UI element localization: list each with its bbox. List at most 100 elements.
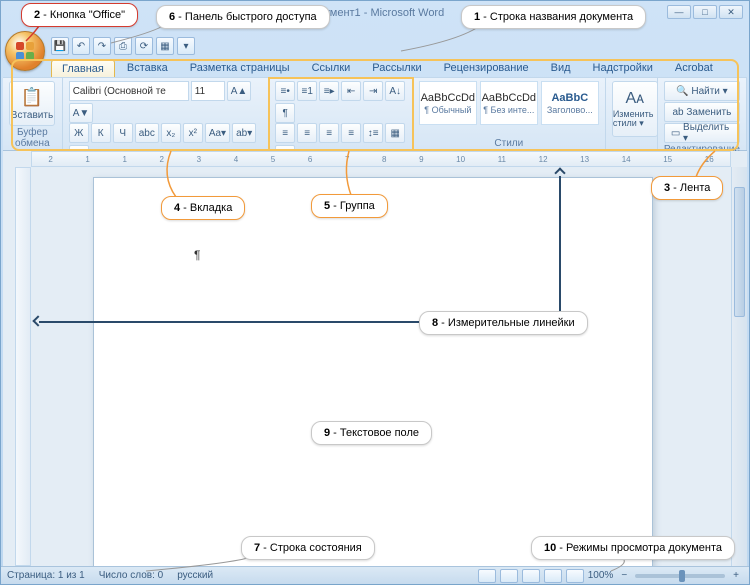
style-sample: AaBbCcDd [482, 92, 536, 104]
view-draft-button[interactable] [566, 569, 584, 583]
font-family-combo[interactable] [69, 81, 189, 101]
paste-button[interactable]: 📋 Вставить [9, 81, 55, 126]
office-logo-icon [16, 42, 34, 60]
style-no-spacing[interactable]: AaBbCcDd ¶ Без инте... [480, 81, 538, 125]
ribbon-tabs: Главная Вставка Разметка страницы Ссылки… [51, 59, 723, 79]
callout-9: 9 - Текстовое поле [311, 421, 432, 445]
word-window: — □ ✕ Документ1 - Microsoft Word 💾 ↶ ↷ ⎙… [0, 0, 750, 585]
qat-redo-button[interactable]: ↷ [93, 37, 111, 55]
tab-insert[interactable]: Вставка [117, 59, 178, 79]
qat-customize-button[interactable]: ▾ [177, 37, 195, 55]
arrow-ruler-v [559, 176, 561, 316]
group-editing: 🔍 Найти ▾ ab Заменить ▭ Выделить ▾ Редак… [658, 78, 747, 150]
vertical-scrollbar[interactable] [731, 167, 747, 566]
style-heading1[interactable]: AaBbC Заголово... [541, 81, 599, 125]
group-styles: AaBbCcDd ¶ Обычный AaBbCcDd ¶ Без инте..… [413, 78, 606, 150]
line-spacing-button[interactable]: ↕≡ [363, 123, 383, 143]
tab-references[interactable]: Ссылки [302, 59, 361, 79]
style-normal[interactable]: AaBbCcDd ¶ Обычный [419, 81, 477, 125]
tab-addins[interactable]: Надстройки [583, 59, 663, 79]
replace-icon: ab [672, 107, 683, 118]
callout-5: 5 - Группа [311, 194, 388, 218]
subscript-button[interactable]: x₂ [161, 123, 181, 143]
underline-button[interactable]: Ч [113, 123, 133, 143]
show-marks-button[interactable]: ¶ [275, 103, 295, 123]
style-name: Заголово... [547, 105, 593, 115]
style-name: ¶ Без инте... [483, 105, 534, 115]
callout-6: 6 - Панель быстрого доступа [156, 5, 330, 29]
tab-layout[interactable]: Разметка страницы [180, 59, 300, 79]
tab-acrobat[interactable]: Acrobat [665, 59, 723, 79]
callout-4: 4 - Вкладка [161, 196, 245, 220]
highlight-button[interactable]: ab▾ [232, 123, 256, 143]
style-sample: AaBbC [551, 92, 588, 104]
change-case-button[interactable]: Aa▾ [205, 123, 230, 143]
zoom-level[interactable]: 100% [588, 570, 614, 581]
search-icon: 🔍 [676, 86, 688, 97]
change-styles-button[interactable]: Aᴀ Изменить стили ▾ [612, 81, 658, 137]
group-styles-label: Стили [419, 137, 599, 149]
superscript-button[interactable]: x² [183, 123, 203, 143]
status-language[interactable]: русский [177, 570, 213, 581]
view-full-screen-button[interactable] [500, 569, 518, 583]
indent-dec-button[interactable]: ⇤ [341, 81, 361, 101]
tab-home[interactable]: Главная [51, 59, 115, 79]
zoom-slider-knob[interactable] [679, 570, 685, 582]
group-clipboard-label: Буфер обмена [9, 126, 56, 149]
group-change-styles: Aᴀ Изменить стили ▾ [606, 78, 658, 150]
grow-font-button[interactable]: A▲ [227, 81, 252, 101]
indent-inc-button[interactable]: ⇥ [363, 81, 383, 101]
view-outline-button[interactable] [544, 569, 562, 583]
sort-button[interactable]: A↓ [385, 81, 405, 101]
bold-button[interactable]: Ж [69, 123, 89, 143]
shrink-font-button[interactable]: A▼ [69, 103, 94, 123]
italic-button[interactable]: К [91, 123, 111, 143]
status-words[interactable]: Число слов: 0 [99, 570, 163, 581]
group-paragraph: ≡• ≡1 ≡▸ ⇤ ⇥ A↓ ¶ ≡ ≡ ≡ ≡ ↕≡ ▦ ▭ Абзац [269, 78, 413, 150]
paste-label: Вставить [11, 110, 53, 121]
select-icon: ▭ [671, 128, 680, 139]
group-font: A▲ A▼ Ж К Ч abc x₂ x² Aa▾ ab▾ A▾ Шрифт [63, 78, 270, 150]
paragraph-mark-icon: ¶ [194, 248, 200, 262]
replace-button[interactable]: ab Заменить [664, 102, 740, 122]
view-print-layout-button[interactable] [478, 569, 496, 583]
tab-mailings[interactable]: Рассылки [362, 59, 431, 79]
callout-7: 7 - Строка состояния [241, 536, 375, 560]
callout-1: 1 - Строка названия документа [461, 5, 646, 29]
group-clipboard: 📋 Вставить Буфер обмена [3, 78, 63, 150]
multilevel-button[interactable]: ≡▸ [319, 81, 339, 101]
vertical-ruler[interactable] [15, 167, 31, 566]
style-sample: AaBbCcDd [421, 92, 475, 104]
align-right-button[interactable]: ≡ [319, 123, 339, 143]
font-size-combo[interactable] [191, 81, 225, 101]
change-styles-label: Изменить стили ▾ [613, 110, 657, 128]
select-button[interactable]: ▭ Выделить ▾ [664, 123, 740, 143]
ribbon: 📋 Вставить Буфер обмена A▲ A▼ Ж К Ч abc … [3, 77, 747, 151]
horizontal-ruler[interactable]: 21 12 34 56 78 910 1112 1314 1516 [31, 151, 731, 167]
callout-8: 8 - Измерительные линейки [419, 311, 588, 335]
tab-view[interactable]: Вид [541, 59, 581, 79]
align-center-button[interactable]: ≡ [297, 123, 317, 143]
zoom-slider[interactable] [635, 574, 725, 578]
scrollbar-thumb[interactable] [734, 187, 745, 317]
style-name: ¶ Обычный [424, 105, 471, 115]
shading-button[interactable]: ▦ [385, 123, 405, 143]
zoom-in-button[interactable]: + [729, 570, 743, 581]
strike-button[interactable]: abc [135, 123, 159, 143]
tab-review[interactable]: Рецензирование [434, 59, 539, 79]
justify-button[interactable]: ≡ [341, 123, 361, 143]
qat-undo-button[interactable]: ↶ [72, 37, 90, 55]
status-page[interactable]: Страница: 1 из 1 [7, 570, 85, 581]
align-left-button[interactable]: ≡ [275, 123, 295, 143]
arrow-ruler-h [39, 321, 419, 323]
bullets-button[interactable]: ≡• [275, 81, 295, 101]
numbering-button[interactable]: ≡1 [297, 81, 317, 101]
callout-10: 10 - Режимы просмотра документа [531, 536, 735, 560]
callout-3: 3 - Лента [651, 176, 723, 200]
document-page[interactable]: ¶ [93, 177, 653, 577]
change-styles-icon: Aᴀ [626, 90, 645, 108]
view-web-button[interactable] [522, 569, 540, 583]
find-button[interactable]: 🔍 Найти ▾ [664, 81, 740, 101]
qat-save-button[interactable]: 💾 [51, 37, 69, 55]
paste-icon: 📋 [21, 87, 43, 108]
